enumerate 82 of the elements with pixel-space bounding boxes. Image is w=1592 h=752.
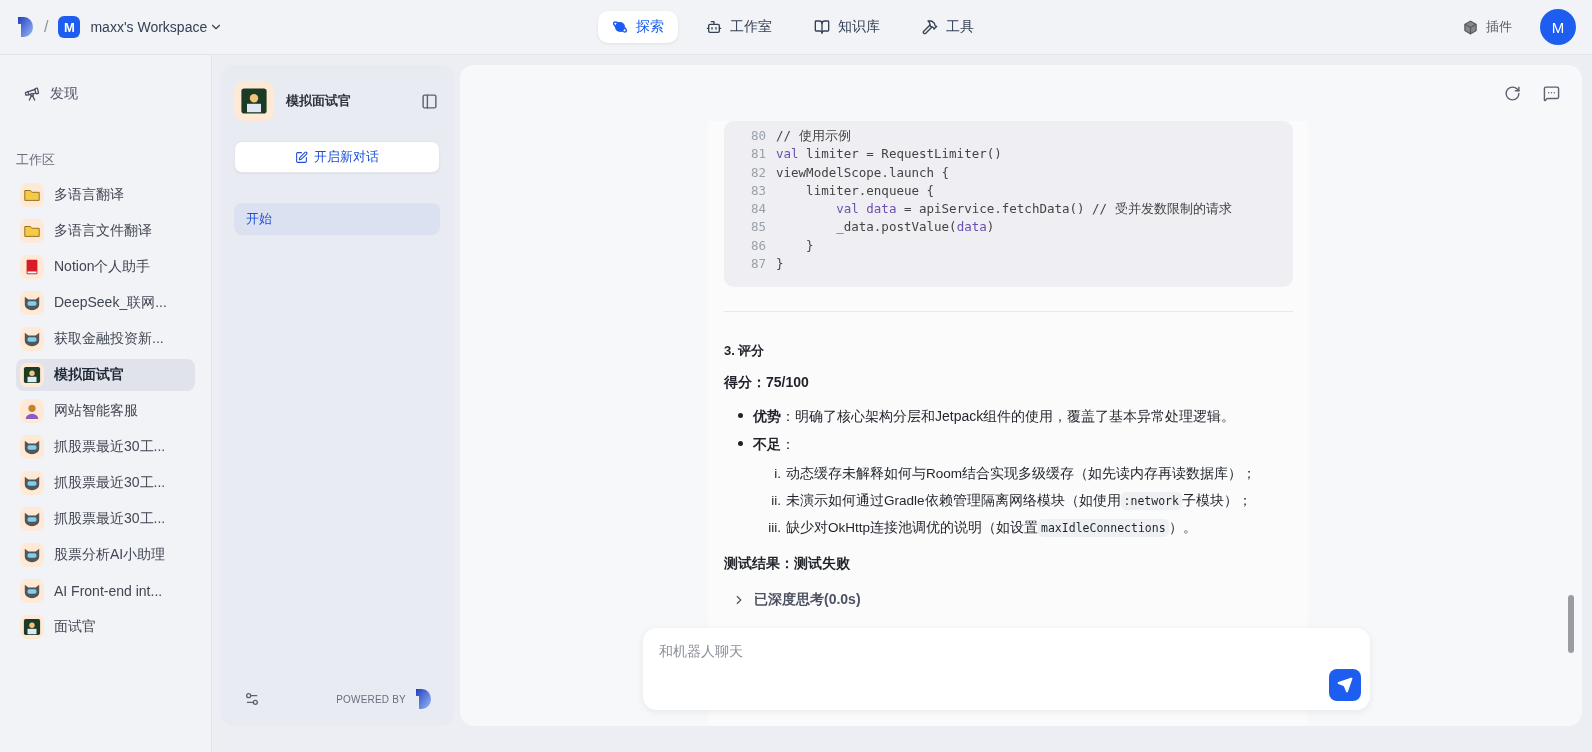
sidebar-item[interactable]: AI Front-end int... [16, 575, 195, 607]
nav-tab[interactable]: 工作室 [692, 11, 786, 43]
sidebar-item[interactable]: 抓股票最近30工... [16, 467, 195, 499]
line-number: 87 [749, 255, 767, 274]
list-item-text: 未演示如何通过Gradle依赖管理隔离网络模块（如使用 :network 子模块）； [786, 491, 1252, 513]
code-line: } [776, 255, 784, 274]
list-marker: iii. [767, 519, 782, 538]
code-line: viewModelScope.launch { [776, 163, 950, 182]
plugins-button[interactable]: 插件 [1457, 17, 1518, 37]
powered-by-label: POWERED BY [336, 693, 406, 705]
code-line: _data.postValue(data) [835, 218, 995, 237]
send-icon [1337, 677, 1353, 693]
discover-link[interactable]: 发现 [16, 77, 195, 111]
send-button[interactable] [1329, 669, 1361, 701]
sidebar-item[interactable]: 网站智能客服 [16, 395, 195, 427]
scrollbar-thumb[interactable] [1568, 595, 1574, 653]
robot-icon [23, 330, 41, 348]
section-heading: 3. 评分 [724, 342, 766, 361]
bot-title: 模拟面试官 [286, 92, 352, 110]
person-icon [23, 402, 41, 420]
nav-tab[interactable]: 知识库 [800, 11, 894, 43]
bullet-icon [738, 413, 743, 419]
list-marker: i. [773, 465, 782, 484]
line-number: 85 [749, 218, 767, 237]
robot-icon [23, 294, 41, 312]
sidebar-item[interactable]: 股票分析AI小助理 [16, 539, 195, 571]
line-number: 80 [749, 127, 767, 145]
sidebar-item[interactable]: 多语言文件翻译 [16, 215, 195, 247]
sidebar-item[interactable]: 获取金融投资新... [16, 323, 195, 355]
list-item-text: 动态缓存未解释如何与Room结合实现多级缓存（如先读内存再读数据库）； [786, 465, 1256, 484]
bullet-icon [738, 441, 743, 447]
sidebar-item[interactable]: 多语言翻译 [16, 179, 195, 211]
list-marker: ii. [770, 492, 782, 511]
sidebar-item[interactable]: 抓股票最近30工... [16, 431, 195, 463]
robot-icon [23, 582, 41, 600]
breadcrumb-separator: / [44, 18, 49, 36]
code-line: val limiter = RequestLimiter() [776, 145, 1002, 164]
telescope-icon [24, 86, 40, 102]
code-line: } [805, 236, 814, 255]
conversation-item[interactable]: 开始 [234, 203, 440, 235]
sidebar-item[interactable]: 模拟面试官 [16, 359, 195, 391]
code-line: val data = apiService.fetchData() // 受并发数限制的请求 [835, 200, 1232, 219]
line-number: 86 [749, 236, 767, 255]
line-number: 82 [749, 163, 767, 182]
coder-icon [23, 366, 41, 384]
sidebar-item[interactable]: 抓股票最近30工... [16, 503, 195, 535]
robot-icon [23, 474, 41, 492]
line-number: 84 [749, 200, 767, 219]
robot-icon [23, 438, 41, 456]
score-text: 得分：75/100 [724, 374, 810, 393]
line-number: 81 [749, 145, 767, 164]
coder-icon [240, 87, 268, 115]
result-text: 测试结果：测试失败 [724, 555, 851, 574]
planet-icon [612, 19, 628, 35]
sidebar-item[interactable]: DeepSeek_联网... [16, 287, 195, 319]
code-line: limiter.enqueue { [805, 181, 935, 200]
coder-icon [23, 618, 41, 636]
logo-icon[interactable] [414, 688, 432, 710]
bullet-text: 不足： [753, 435, 795, 455]
section-title: 工作区 [16, 151, 56, 169]
thinking-toggle[interactable]: 已深度思考(0.0s) [724, 591, 861, 610]
robot-icon [23, 510, 41, 528]
user-avatar[interactable]: M [1540, 9, 1576, 45]
edit-icon [295, 150, 308, 164]
nav-tab[interactable]: 探索 [598, 11, 678, 43]
book-icon [814, 19, 830, 35]
robot-icon [23, 546, 41, 564]
robot-icon [706, 19, 722, 35]
line-number: 83 [749, 181, 767, 200]
sidebar-item[interactable]: 面试官 [16, 611, 195, 643]
nav-tab[interactable]: 工具 [908, 11, 988, 43]
code-line: // 使用示例 [776, 127, 851, 145]
list-item-text: 缺少对OkHttp连接池调优的说明（如设置 maxIdleConnections ）。 [786, 518, 1197, 540]
workspace-switcher[interactable]: maxx's Workspace [90, 19, 224, 35]
hammer-icon [922, 19, 938, 35]
logo-icon[interactable] [16, 16, 34, 38]
new-chat-button[interactable]: 开启新对话 [234, 141, 440, 173]
bullet-text: 优势：明确了核心架构分层和Jetpack组件的使用，覆盖了基本异常处理逻辑。 [753, 407, 1236, 427]
sidebar-item[interactable]: Notion个人助手 [16, 251, 195, 283]
chat-input[interactable]: 和机器人聊天 [657, 642, 1360, 660]
workspace-badge: M [58, 16, 81, 38]
cube-icon [1463, 19, 1478, 35]
